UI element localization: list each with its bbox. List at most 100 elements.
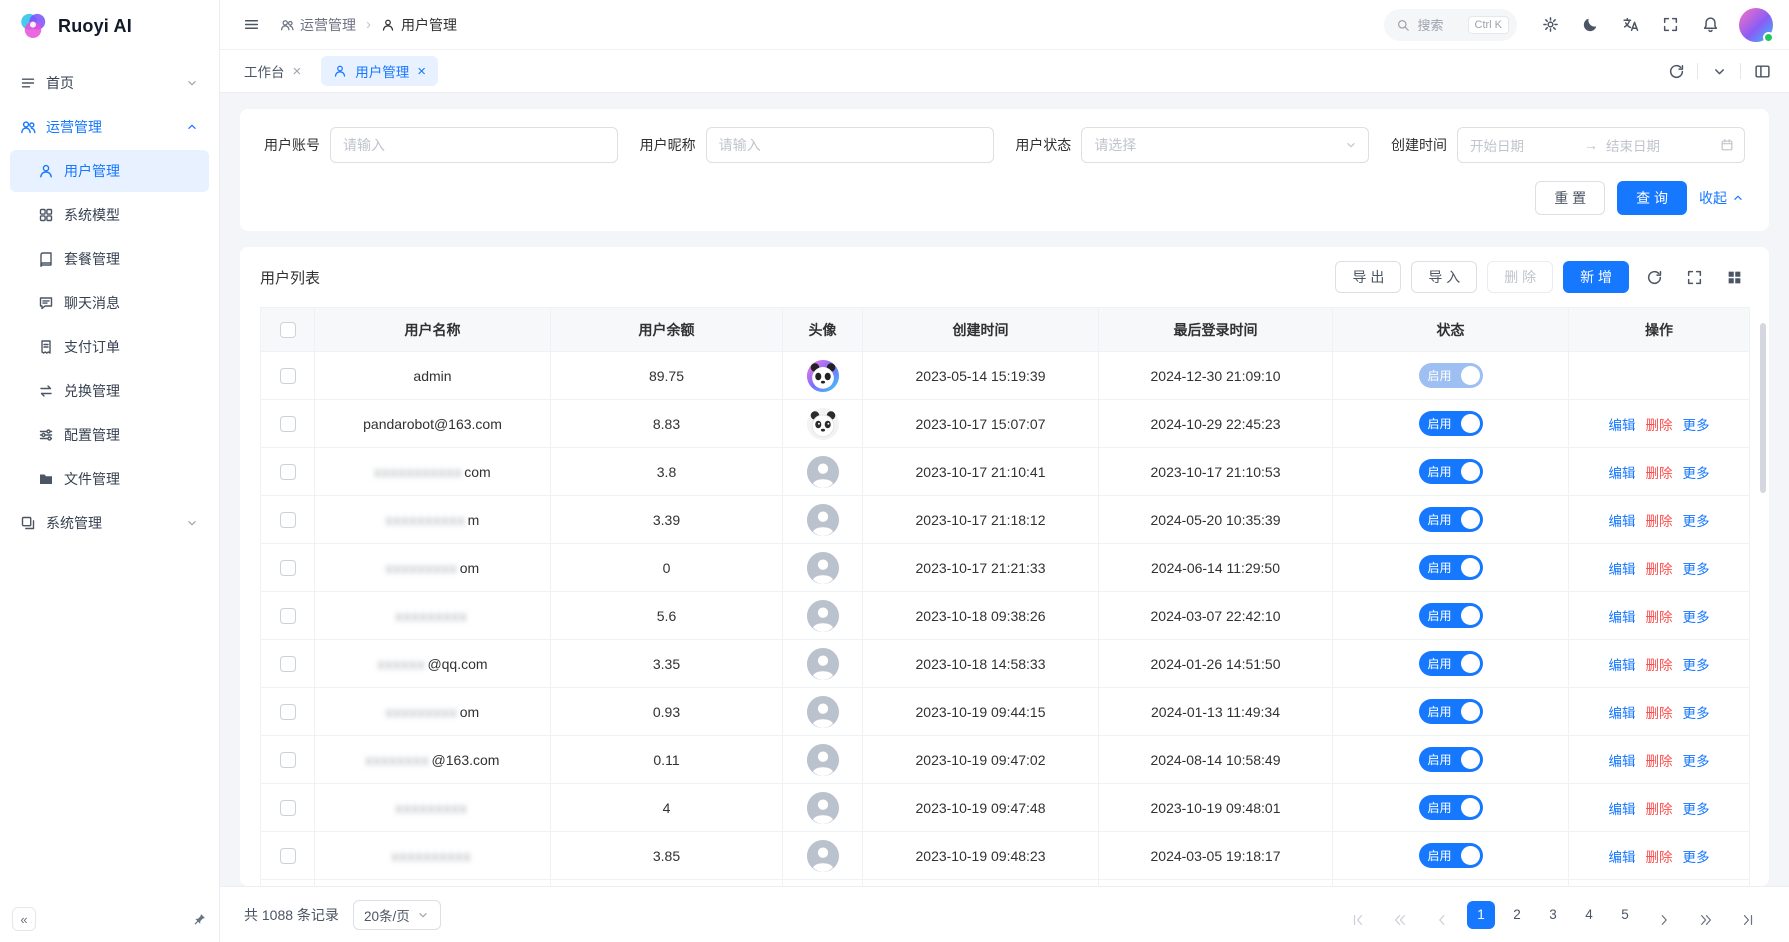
sidebar-item-system[interactable]: 系统管理 bbox=[10, 502, 209, 544]
delete-link[interactable]: 删除 bbox=[1646, 802, 1673, 817]
tab-users[interactable]: 用户管理 × bbox=[321, 56, 438, 86]
sidebar-item-config-icon[interactable]: 配置管理 bbox=[10, 414, 209, 456]
fullscreen-icon[interactable] bbox=[1655, 10, 1685, 40]
sidebar-item-folder-icon[interactable]: 文件管理 bbox=[10, 458, 209, 500]
row-checkbox[interactable] bbox=[280, 704, 296, 720]
sidebar-item-operations[interactable]: 运营管理 bbox=[10, 106, 209, 148]
page-button[interactable]: 5 bbox=[1611, 901, 1639, 929]
sidebar-item-home[interactable]: 首页 bbox=[10, 62, 209, 104]
nickname-input[interactable] bbox=[706, 127, 994, 163]
tab-menu-chevron-icon[interactable] bbox=[1704, 56, 1734, 86]
pin-icon[interactable] bbox=[192, 912, 207, 927]
more-link[interactable]: 更多 bbox=[1683, 610, 1710, 625]
more-link[interactable]: 更多 bbox=[1683, 562, 1710, 577]
global-search[interactable]: 搜索 Ctrl K bbox=[1384, 9, 1518, 41]
language-icon[interactable] bbox=[1615, 10, 1645, 40]
close-icon[interactable]: × bbox=[293, 64, 302, 79]
settings-icon[interactable] bbox=[1535, 10, 1565, 40]
more-link[interactable]: 更多 bbox=[1683, 658, 1710, 673]
delete-link[interactable]: 删除 bbox=[1646, 754, 1673, 769]
next-page-button[interactable] bbox=[1647, 901, 1681, 929]
collapse-filter-link[interactable]: 收起 bbox=[1699, 188, 1745, 208]
more-link[interactable]: 更多 bbox=[1683, 418, 1710, 433]
status-toggle[interactable]: 启用 bbox=[1419, 507, 1483, 532]
status-toggle[interactable]: 启用 bbox=[1419, 603, 1483, 628]
refresh-table-icon[interactable] bbox=[1639, 262, 1669, 292]
status-select[interactable]: 请选择 bbox=[1081, 127, 1369, 163]
breadcrumb-operations[interactable]: 运营管理 bbox=[280, 15, 356, 35]
row-checkbox[interactable] bbox=[280, 464, 296, 480]
menu-toggle-icon[interactable] bbox=[236, 10, 266, 40]
edit-link[interactable]: 编辑 bbox=[1609, 562, 1636, 577]
prev-group-button[interactable] bbox=[1383, 901, 1417, 929]
delete-link[interactable]: 删除 bbox=[1646, 418, 1673, 433]
app-logo[interactable]: Ruoyi AI bbox=[0, 0, 219, 52]
status-toggle[interactable]: 启用 bbox=[1419, 651, 1483, 676]
status-toggle[interactable]: 启用 bbox=[1419, 843, 1483, 868]
sidebar-item-exchange-icon[interactable]: 兑换管理 bbox=[10, 370, 209, 412]
delete-link[interactable]: 删除 bbox=[1646, 466, 1673, 481]
breadcrumb-users[interactable]: 用户管理 bbox=[381, 15, 457, 35]
export-button[interactable]: 导 出 bbox=[1335, 261, 1401, 293]
table-scrollbar[interactable] bbox=[1760, 323, 1766, 493]
page-button[interactable]: 4 bbox=[1575, 901, 1603, 929]
select-all-checkbox[interactable] bbox=[280, 322, 296, 338]
row-checkbox[interactable] bbox=[280, 800, 296, 816]
reset-button[interactable]: 重 置 bbox=[1535, 181, 1605, 215]
edit-link[interactable]: 编辑 bbox=[1609, 466, 1636, 481]
status-toggle[interactable]: 启用 bbox=[1419, 699, 1483, 724]
table-fullscreen-icon[interactable] bbox=[1679, 262, 1709, 292]
delete-link[interactable]: 删除 bbox=[1646, 610, 1673, 625]
page-button[interactable]: 1 bbox=[1467, 901, 1495, 929]
edit-link[interactable]: 编辑 bbox=[1609, 706, 1636, 721]
status-toggle[interactable]: 启用 bbox=[1419, 363, 1483, 388]
status-toggle[interactable]: 启用 bbox=[1419, 459, 1483, 484]
query-button[interactable]: 查 询 bbox=[1617, 181, 1687, 215]
edit-link[interactable]: 编辑 bbox=[1609, 658, 1636, 673]
more-link[interactable]: 更多 bbox=[1683, 706, 1710, 721]
last-page-button[interactable] bbox=[1731, 901, 1765, 929]
row-checkbox[interactable] bbox=[280, 560, 296, 576]
sidebar-item-user-icon[interactable]: 用户管理 bbox=[10, 150, 209, 192]
edit-link[interactable]: 编辑 bbox=[1609, 850, 1636, 865]
row-checkbox[interactable] bbox=[280, 368, 296, 384]
row-checkbox[interactable] bbox=[280, 656, 296, 672]
edit-link[interactable]: 编辑 bbox=[1609, 802, 1636, 817]
sidebar-item-package-icon[interactable]: 套餐管理 bbox=[10, 238, 209, 280]
status-toggle[interactable]: 启用 bbox=[1419, 747, 1483, 772]
tab-workbench[interactable]: 工作台 × bbox=[232, 56, 313, 86]
sidebar-item-model-icon[interactable]: 系统模型 bbox=[10, 194, 209, 236]
status-toggle[interactable]: 启用 bbox=[1419, 795, 1483, 820]
more-link[interactable]: 更多 bbox=[1683, 466, 1710, 481]
more-link[interactable]: 更多 bbox=[1683, 802, 1710, 817]
row-checkbox[interactable] bbox=[280, 848, 296, 864]
more-link[interactable]: 更多 bbox=[1683, 514, 1710, 529]
prev-page-button[interactable] bbox=[1425, 901, 1459, 929]
dark-mode-icon[interactable] bbox=[1575, 10, 1605, 40]
delete-button[interactable]: 删 除 bbox=[1487, 261, 1553, 293]
delete-link[interactable]: 删除 bbox=[1646, 706, 1673, 721]
status-toggle[interactable]: 启用 bbox=[1419, 411, 1483, 436]
delete-link[interactable]: 删除 bbox=[1646, 850, 1673, 865]
close-icon[interactable]: × bbox=[417, 64, 426, 79]
row-checkbox[interactable] bbox=[280, 512, 296, 528]
more-link[interactable]: 更多 bbox=[1683, 850, 1710, 865]
import-button[interactable]: 导 入 bbox=[1411, 261, 1477, 293]
column-settings-icon[interactable] bbox=[1719, 262, 1749, 292]
add-button[interactable]: 新 增 bbox=[1563, 261, 1629, 293]
page-size-select[interactable]: 20条/页 bbox=[353, 900, 441, 930]
row-checkbox[interactable] bbox=[280, 752, 296, 768]
account-input[interactable] bbox=[330, 127, 618, 163]
layout-icon[interactable] bbox=[1747, 56, 1777, 86]
refresh-icon[interactable] bbox=[1661, 56, 1691, 86]
delete-link[interactable]: 删除 bbox=[1646, 514, 1673, 529]
first-page-button[interactable] bbox=[1341, 901, 1375, 929]
profile-avatar[interactable] bbox=[1739, 8, 1773, 42]
edit-link[interactable]: 编辑 bbox=[1609, 754, 1636, 769]
notifications-icon[interactable] bbox=[1695, 10, 1725, 40]
edit-link[interactable]: 编辑 bbox=[1609, 514, 1636, 529]
sidebar-item-chat-icon[interactable]: 聊天消息 bbox=[10, 282, 209, 324]
page-button[interactable]: 3 bbox=[1539, 901, 1567, 929]
status-toggle[interactable]: 启用 bbox=[1419, 555, 1483, 580]
page-button[interactable]: 2 bbox=[1503, 901, 1531, 929]
